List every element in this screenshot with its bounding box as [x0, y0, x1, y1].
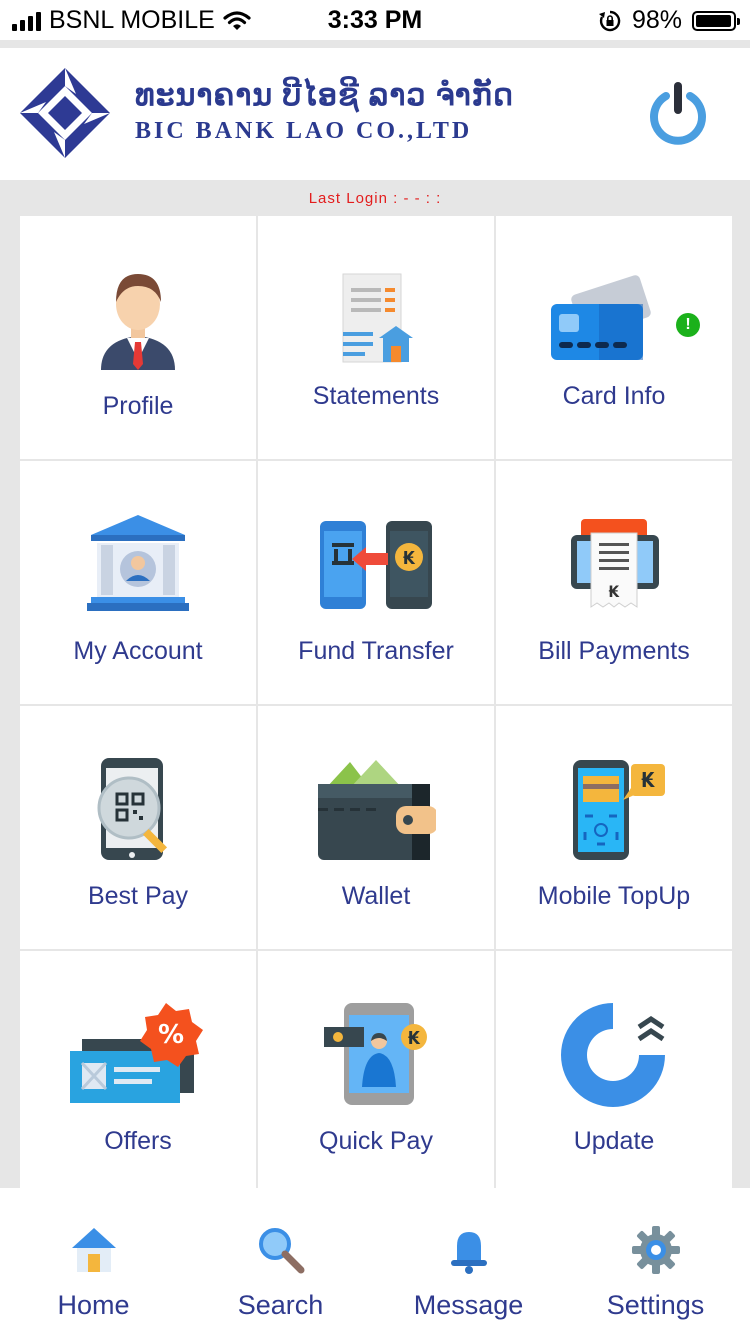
menu-tile-profile[interactable]: Profile: [20, 216, 256, 459]
menu-label: Best Pay: [87, 882, 189, 910]
menu-tile-offers[interactable]: % Offers: [20, 951, 256, 1194]
app-header: ທະນາຄານ ບີໄອຊີ ລາວ ຈຳກັດ BIC BANK LAO CO…: [0, 48, 750, 180]
menu-label: Mobile TopUp: [537, 882, 691, 910]
qr-scan-icon: [97, 758, 168, 860]
bill-payment-icon: ₭: [571, 519, 659, 608]
menu-tile-statements[interactable]: Statements: [258, 216, 494, 459]
bank-name-lao: ທະນາຄານ ບີໄອຊີ ລາວ ຈຳກັດ: [135, 79, 514, 112]
menu-tile-best-pay[interactable]: Best Pay: [20, 706, 256, 949]
home-icon: [71, 1228, 116, 1272]
menu-tile-wallet[interactable]: Wallet: [258, 706, 494, 949]
menu-label: Bill Payments: [538, 637, 690, 665]
svg-text:%: %: [158, 1020, 184, 1050]
search-icon: [258, 1228, 304, 1274]
bank-account-icon: [87, 515, 189, 611]
battery-icon: [692, 10, 740, 31]
tab-message[interactable]: Message: [375, 1188, 562, 1334]
menu-label: Offers: [104, 1127, 172, 1155]
menu-tile-card-info[interactable]: ! Card Info: [496, 216, 732, 459]
tab-home[interactable]: Home: [0, 1188, 187, 1334]
tab-label: Search: [237, 1290, 324, 1320]
menu-label: Card Info: [562, 382, 666, 410]
menu-label: Quick Pay: [319, 1127, 433, 1155]
menu-grid: Profile Statements ! Card Info My Accoun…: [20, 216, 732, 1194]
menu-label: My Account: [73, 637, 203, 665]
tab-label: Message: [413, 1290, 524, 1320]
svg-text:₭: ₭: [641, 768, 655, 792]
menu-label: Profile: [102, 392, 174, 420]
menu-label: Update: [573, 1127, 655, 1155]
bottom-tab-bar: Home Search Message Settings: [0, 1188, 750, 1334]
menu-label: Wallet: [341, 882, 411, 910]
svg-text:₭: ₭: [608, 582, 620, 601]
menu-label: Fund Transfer: [298, 637, 454, 665]
rotation-lock-icon: [598, 10, 621, 31]
tab-label: Settings: [606, 1290, 705, 1320]
card-icon: [551, 275, 651, 360]
menu-tile-my-account[interactable]: My Account: [20, 461, 256, 704]
update-icon: [561, 1003, 665, 1107]
menu-tile-mobile-topup[interactable]: ₭ Mobile TopUp: [496, 706, 732, 949]
battery-group: 98%: [598, 6, 740, 35]
mobile-topup-icon: ₭: [573, 760, 665, 860]
menu-tile-update[interactable]: Update: [496, 951, 732, 1194]
svg-text:₭: ₭: [408, 1028, 421, 1049]
fund-transfer-icon: ₭: [320, 521, 432, 609]
tab-label: Home: [57, 1290, 130, 1320]
bank-name-en: BIC BANK LAO CO.,LTD: [135, 118, 473, 144]
bell-icon: [450, 1232, 487, 1274]
power-icon[interactable]: [646, 82, 710, 146]
status-bar: BSNL MOBILE 3:33 PM 98%: [0, 0, 750, 40]
wallet-icon: [318, 760, 436, 860]
battery-fill: [696, 14, 732, 27]
battery-percent: 98%: [631, 6, 682, 34]
tab-settings[interactable]: Settings: [562, 1188, 749, 1334]
svg-text:₭: ₭: [403, 548, 416, 569]
tab-search[interactable]: Search: [187, 1188, 374, 1334]
menu-label: Statements: [312, 382, 440, 410]
menu-tile-quick-pay[interactable]: ₭ Quick Pay: [258, 951, 494, 1194]
statement-icon: [342, 273, 413, 363]
offers-icon: %: [70, 1003, 203, 1103]
card-info-alert-badge: !: [676, 313, 700, 337]
gear-icon: [631, 1226, 680, 1274]
menu-tile-bill-payments[interactable]: ₭ Bill Payments: [496, 461, 732, 704]
profile-icon: [101, 274, 175, 370]
last-login-text: Last Login : - - : :: [308, 190, 442, 207]
bic-diamond-logo: [20, 68, 110, 158]
menu-tile-fund-transfer[interactable]: ₭ Fund Transfer: [258, 461, 494, 704]
quick-pay-icon: ₭: [324, 1003, 427, 1105]
